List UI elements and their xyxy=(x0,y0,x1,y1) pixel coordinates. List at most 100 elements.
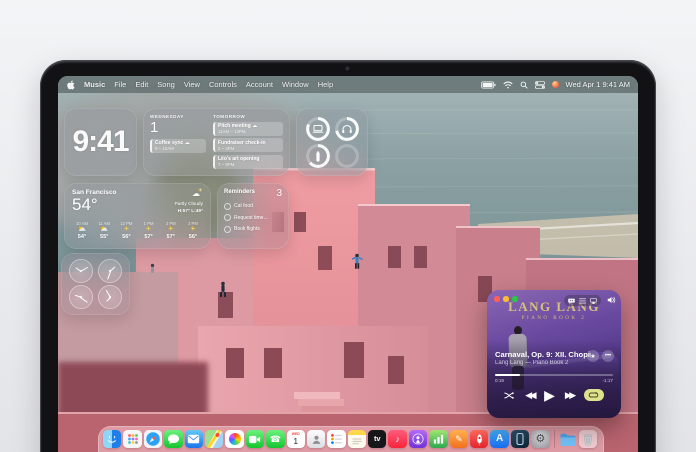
music-mini-player[interactable]: LANG LANG PIANO BOOK 2 xyxy=(487,290,621,418)
dock-reminders-icon[interactable] xyxy=(327,430,345,448)
dock-notes-icon[interactable] xyxy=(348,430,366,448)
dock-settings-icon[interactable]: ⚙ xyxy=(531,430,549,448)
dock-messages-icon[interactable] xyxy=(164,430,182,448)
sun-icon: ☀ xyxy=(139,226,159,235)
battery-icon[interactable] xyxy=(481,81,496,89)
world-clock-widget[interactable] xyxy=(61,253,130,315)
calendar-event-today[interactable]: Coffee sync ☁ 9 – 10AM xyxy=(150,139,206,153)
repeat-button-active[interactable] xyxy=(584,389,604,401)
batteries-widget[interactable] xyxy=(296,108,368,176)
weather-condition: Partly Cloudy xyxy=(174,201,203,208)
dock-downloads-folder-icon[interactable] xyxy=(559,430,577,448)
clock-widget[interactable]: 9:41 xyxy=(64,108,137,176)
calendar-widget[interactable]: WEDNESDAY 1 Coffee sync ☁ 9 – 10AM TOMOR… xyxy=(143,108,290,176)
sun-icon: ☀ xyxy=(116,226,136,235)
apple-menu[interactable] xyxy=(66,80,75,90)
dock-phone-icon[interactable]: ☎ xyxy=(266,430,284,448)
weather-widget[interactable]: San Francisco 54° ☀☁ Partly Cloudy H:57°… xyxy=(64,183,211,249)
cloud-sun-icon: ⛅ xyxy=(94,226,114,235)
track-artist-album: Lang Lang — Piano Book 2 xyxy=(495,360,591,366)
now-playing-app-icon[interactable] xyxy=(552,81,559,88)
weather-hourly-row: 10 AM⛅54° 11 AM⛅55° 12 PM☀56° 1 PM☀57° 2… xyxy=(72,221,203,241)
menu-help[interactable]: Help xyxy=(318,80,333,89)
dock-tv-icon[interactable]: tv xyxy=(368,430,386,448)
clock-time: 9:41 xyxy=(72,125,128,159)
reminder-item[interactable]: Cat food xyxy=(224,203,282,210)
checkbox-circle-icon[interactable] xyxy=(224,226,231,233)
shuffle-icon[interactable] xyxy=(504,391,515,400)
menu-edit[interactable]: Edit xyxy=(135,80,148,89)
dock-safari-icon[interactable] xyxy=(144,430,162,448)
player-top-toolbar xyxy=(564,295,601,306)
wifi-icon[interactable] xyxy=(503,81,513,89)
control-center-icon[interactable] xyxy=(535,81,545,89)
dock-finder-icon[interactable] xyxy=(103,430,121,448)
volume-icon[interactable] xyxy=(607,296,616,304)
calendar-tomorrow-label: TOMORROW xyxy=(213,114,283,119)
remaining-time: -1:17 xyxy=(603,378,613,383)
more-ellipsis-button[interactable]: ••• xyxy=(602,350,614,362)
zoom-button[interactable] xyxy=(512,296,518,302)
menu-controls[interactable]: Controls xyxy=(209,80,237,89)
window-traffic-lights xyxy=(494,296,518,302)
dock-separator xyxy=(554,430,555,448)
calendar-event-tomorrow-3[interactable]: Léo's art opening 7 – 9PM xyxy=(213,155,283,169)
menu-bar-clock[interactable]: Wed Apr 1 9:41 AM xyxy=(566,80,630,89)
dock-facetime-icon[interactable] xyxy=(246,430,264,448)
analog-clock xyxy=(98,259,122,283)
previous-track-button[interactable]: ◀◀ xyxy=(525,391,534,400)
airplay-icon[interactable] xyxy=(590,298,597,304)
next-track-button[interactable]: ▶▶ xyxy=(565,391,574,400)
menu-window[interactable]: Window xyxy=(282,80,309,89)
headphones-icon xyxy=(341,124,352,134)
dock-maps-icon[interactable] xyxy=(205,430,223,448)
calendar-event-tomorrow-2[interactable]: Fundraiser check-in 2 – 4PM xyxy=(213,138,283,152)
elapsed-time: 0:19 xyxy=(495,378,504,383)
dock-iphone-mirroring-icon[interactable] xyxy=(511,430,529,448)
menu-bar: Music File Edit Song View Controls Accou… xyxy=(58,76,638,93)
dock-photos-icon[interactable] xyxy=(225,430,243,448)
menu-music[interactable]: Music xyxy=(84,80,105,89)
lyrics-icon[interactable] xyxy=(568,298,575,304)
close-button[interactable] xyxy=(494,296,500,302)
dock-rocket-app-icon[interactable] xyxy=(470,430,488,448)
sun-icon: ☀ xyxy=(183,226,203,235)
gear-icon: ⚙ xyxy=(535,434,545,445)
favorite-star-button[interactable]: ★ xyxy=(587,350,599,362)
photos-flower-icon xyxy=(229,433,241,445)
queue-list-icon[interactable] xyxy=(579,298,586,304)
checkbox-circle-icon[interactable] xyxy=(224,203,231,210)
music-note-icon: ♪ xyxy=(395,435,400,444)
dock-pencil-app-icon[interactable]: ✎ xyxy=(450,430,468,448)
calendar-day-label: WEDNESDAY xyxy=(150,114,206,119)
menu-view[interactable]: View xyxy=(184,80,200,89)
pencil-icon xyxy=(315,150,321,162)
dock-music-icon[interactable]: ♪ xyxy=(388,430,406,448)
menu-song[interactable]: Song xyxy=(157,80,175,89)
dock-calendar-icon[interactable]: WED1 xyxy=(287,430,305,448)
menu-account[interactable]: Account xyxy=(246,80,273,89)
album-title-line2: PIANO BOOK 2 xyxy=(487,316,621,321)
progress-bar[interactable] xyxy=(495,374,613,376)
menu-file[interactable]: File xyxy=(114,80,126,89)
calendar-event-tomorrow-1[interactable]: Pitch meeting ☁ 11AM – 12PM xyxy=(213,122,283,136)
pencil-icon: ✎ xyxy=(455,435,463,444)
weather-high-low: H:57° L:49° xyxy=(174,208,203,215)
dock-launchpad-icon[interactable] xyxy=(123,430,141,448)
play-button[interactable]: ▶ xyxy=(544,388,555,402)
weather-temperature: 54° xyxy=(72,196,116,214)
phone-handset-icon: ☎ xyxy=(270,435,281,444)
dock-podcasts-icon[interactable] xyxy=(409,430,427,448)
dock-trash-icon[interactable] xyxy=(579,430,597,448)
search-icon[interactable] xyxy=(520,81,528,89)
dock-mail-icon[interactable] xyxy=(185,430,203,448)
checkbox-circle-icon[interactable] xyxy=(224,214,231,221)
dock-chart-app-icon[interactable] xyxy=(429,430,447,448)
reminders-title: Reminders xyxy=(224,189,255,195)
dock-app-store-icon[interactable]: A xyxy=(490,430,508,448)
dock-contacts-icon[interactable] xyxy=(307,430,325,448)
reminder-item[interactable]: Request time... xyxy=(224,214,282,221)
minimize-button[interactable] xyxy=(503,296,509,302)
reminder-item[interactable]: Book flights xyxy=(224,226,282,233)
reminders-widget[interactable]: Reminders 3 Cat food Request time... Boo… xyxy=(217,183,289,249)
